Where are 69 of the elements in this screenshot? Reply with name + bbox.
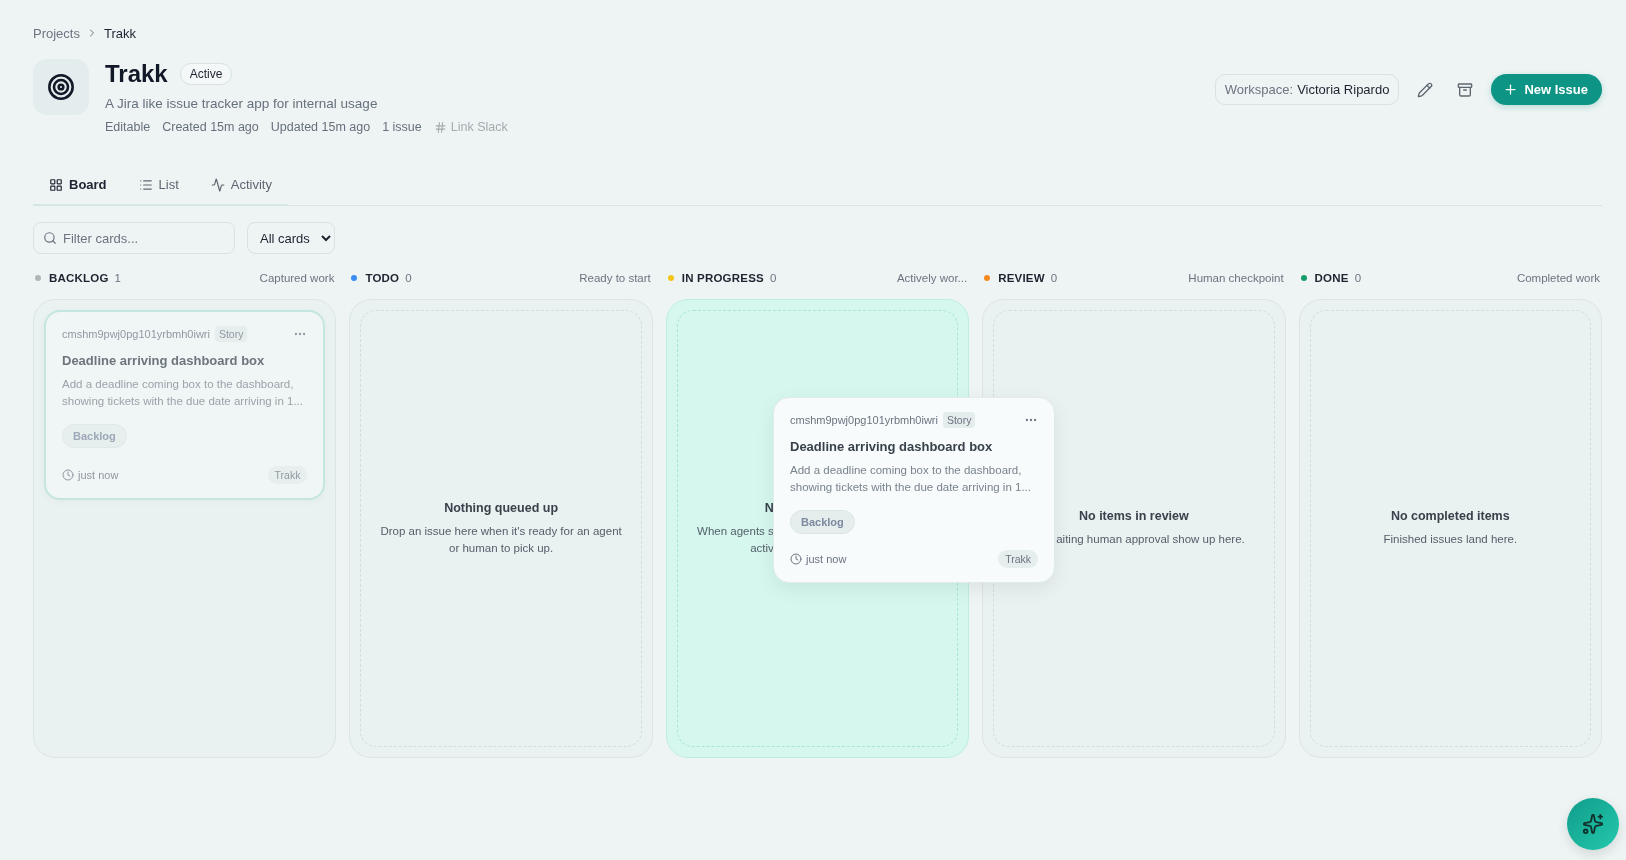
card-description: Add a deadline coming box to the dashboard, showing tickets with the due date arriving in 1... xyxy=(62,377,304,409)
column-subtitle: Human checkpoint xyxy=(1188,272,1284,284)
column-count: 1 xyxy=(114,272,121,284)
archive-icon xyxy=(1457,81,1474,98)
new-issue-button[interactable]: New Issue xyxy=(1491,74,1602,105)
project-tag: Trakk xyxy=(267,466,308,484)
card-time: just now xyxy=(78,469,119,481)
clock-icon xyxy=(62,469,74,481)
project-tag: Trakk xyxy=(998,550,1038,568)
empty-text: activ xyxy=(750,540,774,556)
column-count: 0 xyxy=(769,272,777,284)
sparkles-icon xyxy=(1582,813,1604,835)
ai-assistant-button[interactable] xyxy=(1567,798,1619,850)
card-time: just now xyxy=(806,553,847,565)
column-subtitle: Completed work xyxy=(1516,272,1600,284)
column-title: IN PROGRESS xyxy=(681,272,764,284)
activity-icon xyxy=(210,177,225,192)
tab[interactable]: Board xyxy=(33,167,123,204)
filter-field[interactable]: Filter cards... xyxy=(33,222,235,254)
meta-text: Editable xyxy=(105,120,151,134)
empty-title: Nothing queued up xyxy=(444,500,559,515)
project-title: Trakk xyxy=(105,60,168,88)
column-title: REVIEW xyxy=(998,272,1045,284)
column-subtitle: Captured work xyxy=(259,272,335,284)
list-icon xyxy=(138,177,153,192)
status-tag: Backlog xyxy=(62,424,127,448)
column-subtitle: Ready to start xyxy=(579,272,651,284)
status-tag: Backlog xyxy=(790,510,855,534)
issue-card[interactable]: cmshm9pwj0pg101yrbmh0iwri Story Deadline arriving dashboard box Add a deadline coming box to the dashboard, showing tickets with the due date arriving in 1... Backlog just now Trakk xyxy=(44,310,326,500)
meta-text: Created 15m ago xyxy=(162,120,259,134)
column-title: TODO xyxy=(365,272,400,284)
project-description: A Jira like issue tracker app for internal usage xyxy=(105,96,379,111)
breadcrumb-link[interactable]: Projects xyxy=(33,25,80,41)
type-tag: Story xyxy=(214,326,248,342)
column-count: 0 xyxy=(1050,272,1058,284)
hash-icon xyxy=(433,120,447,134)
card-title: Deadline arriving dashboard box xyxy=(62,353,266,368)
card-description: Add a deadline coming box to the dashboard, showing tickets with the due date arriving in 1... xyxy=(790,463,1032,495)
card-scope-select[interactable]: All cards xyxy=(247,222,335,254)
empty-title: N xyxy=(764,500,774,515)
issue-id: cmshm9pwj0pg101yrbmh0iwri xyxy=(62,328,210,340)
search-icon xyxy=(43,231,57,245)
column-title: BACKLOG xyxy=(49,272,109,284)
target-icon xyxy=(47,73,75,101)
workspace-selector[interactable]: Workspace: Victoria Ripardo xyxy=(1214,74,1400,105)
meta-text: Updated 15m ago xyxy=(270,120,371,134)
column-count: 0 xyxy=(1354,272,1362,284)
column-title: DONE xyxy=(1314,272,1349,284)
issue-card[interactable]: cmshm9pwj0pg101yrbmh0iwri Story Deadline arriving dashboard box Add a deadline coming box to the dashboard, showing tickets with the due date arriving in 1... Backlog just now Trakk xyxy=(773,397,1055,583)
column-count: 0 xyxy=(405,272,412,284)
clock-icon xyxy=(790,553,802,565)
tab[interactable]: List xyxy=(122,167,195,204)
breadcrumb-link[interactable]: Trakk xyxy=(103,25,136,41)
tab[interactable]: Activity xyxy=(194,167,288,204)
empty-text: Drop an issue here when it's ready for an agent or human to pick up. xyxy=(379,523,623,556)
empty-title: No items in review xyxy=(1079,509,1189,523)
plus-icon xyxy=(1503,82,1519,97)
column-subtitle: Actively wor... xyxy=(896,272,968,284)
empty-text: aiting human approval show up here. xyxy=(1056,532,1245,547)
issue-id: cmshm9pwj0pg101yrbmh0iwri xyxy=(790,414,938,426)
card-title: Deadline arriving dashboard box xyxy=(790,439,994,454)
status-badge: Active xyxy=(179,63,233,85)
meta-text: 1 issue xyxy=(382,120,422,134)
empty-text: When agents s xyxy=(697,523,774,539)
empty-text: Finished issues land here. xyxy=(1383,532,1518,547)
pencil-icon xyxy=(1417,81,1434,98)
grid-icon xyxy=(49,177,63,192)
type-tag: Story xyxy=(942,412,976,428)
empty-title: No completed items xyxy=(1390,509,1510,523)
